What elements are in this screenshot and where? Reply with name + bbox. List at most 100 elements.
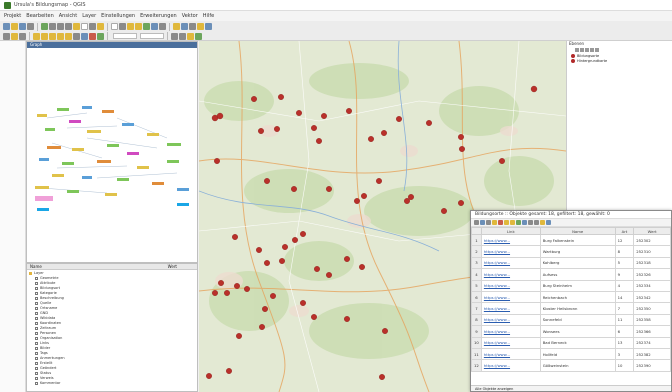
checkbox-icon[interactable] — [35, 302, 38, 305]
add-feature-icon[interactable] — [492, 220, 497, 225]
checkbox-icon[interactable] — [35, 347, 38, 350]
save-project-icon[interactable] — [19, 23, 26, 30]
graph-node[interactable] — [37, 208, 49, 211]
tool-d-icon[interactable] — [135, 23, 142, 30]
tree-item[interactable]: Kommentar — [29, 381, 195, 386]
map-marker[interactable] — [316, 138, 322, 144]
graph-node[interactable] — [69, 120, 81, 123]
tool-j-icon[interactable] — [189, 23, 196, 30]
checkbox-icon[interactable] — [35, 332, 38, 335]
tool-h-icon[interactable] — [173, 23, 180, 30]
map-marker[interactable] — [379, 374, 385, 380]
checkbox-icon[interactable] — [35, 317, 38, 320]
graph-node[interactable] — [137, 166, 149, 169]
tool-f-icon[interactable] — [151, 23, 158, 30]
column-header[interactable]: Art — [614, 227, 635, 235]
graph-node[interactable] — [57, 108, 69, 111]
graph-node[interactable] — [52, 174, 64, 177]
style-a-icon[interactable] — [33, 32, 40, 40]
map-marker[interactable] — [408, 194, 414, 200]
column-header[interactable] — [471, 227, 482, 235]
map-marker[interactable] — [381, 130, 387, 136]
pan-icon[interactable] — [41, 23, 48, 30]
map-marker[interactable] — [291, 186, 297, 192]
graph-node[interactable] — [152, 182, 164, 185]
column-header[interactable]: Link — [480, 227, 541, 235]
map-marker[interactable] — [244, 286, 250, 292]
tool-g-icon[interactable] — [159, 23, 166, 30]
measure-icon[interactable] — [89, 23, 96, 30]
map-marker[interactable] — [361, 193, 367, 199]
map-marker[interactable] — [282, 244, 288, 250]
map-marker[interactable] — [279, 258, 285, 264]
graph-node[interactable] — [127, 152, 139, 155]
node-tool-icon[interactable] — [19, 32, 26, 40]
graph-node[interactable] — [97, 160, 111, 163]
open-project-icon[interactable] — [11, 23, 18, 30]
map-marker[interactable] — [214, 158, 220, 164]
menu-hilfe[interactable]: Hilfe — [203, 13, 214, 19]
menu-layer[interactable]: Layer — [82, 13, 96, 19]
filter-map-icon[interactable] — [528, 220, 533, 225]
tool-l-icon[interactable] — [205, 23, 212, 30]
checkbox-icon[interactable] — [35, 277, 38, 280]
menu-ansicht[interactable]: Ansicht — [59, 13, 77, 19]
table-row[interactable]: 7 https://www... Kloster Heilsbronn 7 252350 — [471, 302, 671, 315]
map-marker[interactable] — [296, 110, 302, 116]
table-row[interactable]: 5 https://www... Burg Steinheim 4 252334 — [471, 279, 671, 292]
filter-icon[interactable] — [580, 48, 584, 52]
map-marker[interactable] — [326, 186, 332, 192]
delete-feature-icon[interactable] — [498, 220, 503, 225]
map-marker[interactable] — [300, 231, 306, 237]
toggle-edit-icon[interactable] — [474, 220, 479, 225]
new-project-icon[interactable] — [3, 23, 10, 30]
graph-node[interactable] — [147, 133, 159, 136]
column-header[interactable]: Name — [539, 227, 616, 235]
table-row[interactable]: 9 https://www... Wonsees 6 252366 — [471, 325, 671, 338]
tool-k-icon[interactable] — [197, 23, 204, 30]
table-row[interactable]: 2 https://www... Wartburg 8 252310 — [471, 245, 671, 258]
graph-canvas[interactable] — [27, 48, 197, 262]
graph-node[interactable] — [177, 203, 189, 206]
table-cell[interactable]: https://www... — [480, 336, 541, 349]
expand-icon[interactable] — [585, 48, 589, 52]
checkbox-icon[interactable] — [35, 337, 38, 340]
map-marker[interactable] — [459, 146, 465, 152]
copy-icon[interactable] — [540, 220, 545, 225]
tool-i-icon[interactable] — [181, 23, 188, 30]
map-marker[interactable] — [346, 108, 352, 114]
graph-node[interactable] — [177, 188, 189, 191]
graph-node[interactable] — [45, 128, 55, 131]
map-marker[interactable] — [206, 373, 212, 379]
map-marker[interactable] — [376, 178, 382, 184]
checkbox-icon[interactable] — [35, 282, 38, 285]
table-cell[interactable]: https://www... — [480, 313, 541, 327]
map-marker[interactable] — [258, 128, 264, 134]
map-marker[interactable] — [232, 234, 238, 240]
plugin-c-icon[interactable] — [187, 32, 194, 40]
graph-node[interactable] — [82, 106, 92, 109]
checkbox-icon[interactable] — [35, 372, 38, 375]
checkbox-icon[interactable] — [35, 352, 38, 355]
style-d-icon[interactable] — [57, 32, 64, 40]
graph-node[interactable] — [72, 148, 84, 151]
graph-node[interactable] — [107, 144, 119, 147]
map-marker[interactable] — [216, 112, 224, 120]
map-marker[interactable] — [236, 333, 242, 339]
map-marker[interactable] — [344, 256, 350, 262]
zoom-selected-icon[interactable] — [534, 220, 539, 225]
map-marker[interactable] — [292, 237, 298, 243]
table-row[interactable]: 4 https://www... Aufsess 9 252326 — [471, 268, 671, 281]
table-cell[interactable]: https://www... — [480, 233, 541, 247]
graph-node[interactable] — [87, 130, 101, 133]
field-calc-icon[interactable] — [546, 220, 551, 225]
map-marker[interactable] — [458, 134, 464, 140]
map-marker[interactable] — [270, 293, 276, 299]
table-row[interactable]: 12 https://www... Gößweinstein 10 252390 — [471, 359, 671, 372]
style-c-icon[interactable] — [49, 32, 56, 40]
style-i-icon[interactable] — [97, 32, 104, 40]
menu-einstellungen[interactable]: Einstellungen — [101, 13, 135, 19]
graph-node[interactable] — [37, 114, 47, 117]
map-marker[interactable] — [344, 316, 350, 322]
graph-node[interactable] — [105, 193, 117, 196]
